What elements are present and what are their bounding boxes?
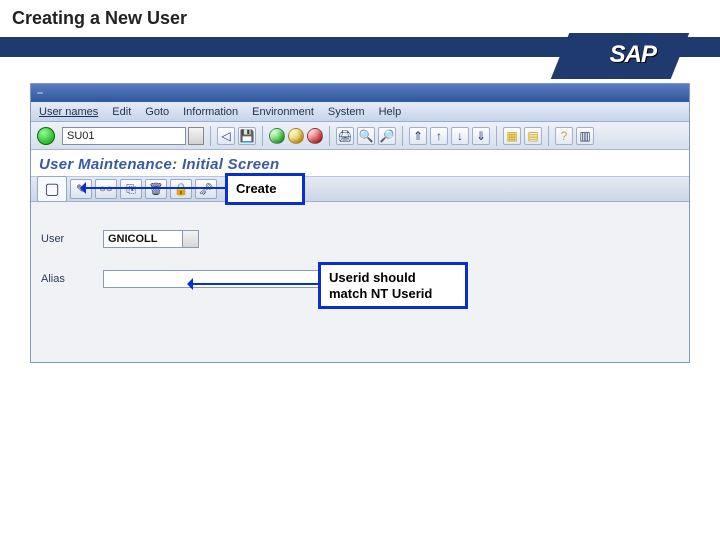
create-button[interactable]: ▢ — [37, 176, 67, 202]
user-search-help-icon[interactable] — [182, 230, 199, 248]
first-page-icon[interactable]: ⇑ — [409, 127, 427, 145]
slide-title-area: Creating a New User — [0, 0, 720, 33]
toolbar-separator — [210, 126, 211, 146]
cancel-sphere-icon[interactable] — [307, 128, 323, 144]
delete-icon[interactable]: 🗑 — [145, 179, 167, 199]
next-page-icon[interactable]: ↓ — [451, 127, 469, 145]
menu-help[interactable]: Help — [379, 106, 402, 118]
callout-userid: Userid should match NT Userid — [318, 262, 468, 309]
user-label: User — [41, 233, 103, 245]
help-icon[interactable]: ? — [555, 127, 573, 145]
tcode-dropdown-icon[interactable] — [188, 127, 204, 145]
callout-userid-arrow — [193, 283, 318, 285]
menu-information[interactable]: Information — [183, 106, 238, 118]
menu-bar: User names Edit Goto Information Environ… — [31, 102, 689, 122]
shortcut-icon[interactable]: ▤ — [524, 127, 542, 145]
user-input[interactable] — [103, 230, 183, 248]
slide-title: Creating a New User — [12, 8, 187, 28]
sap-logo: SAP — [610, 41, 656, 69]
toolbar-separator — [548, 126, 549, 146]
toolbar-separator — [496, 126, 497, 146]
print-icon[interactable]: 🖨 — [336, 127, 354, 145]
last-page-icon[interactable]: ⇓ — [472, 127, 490, 145]
menu-system[interactable]: System — [328, 106, 365, 118]
standard-toolbar: ◁ 💾 🖨 🔍 🔎 ⇑ ↑ ↓ ⇓ ▦ ▤ ? ▥ — [31, 122, 689, 150]
menu-environment[interactable]: Environment — [252, 106, 314, 118]
window-titlebar: ⎯ — [31, 84, 689, 102]
callout-create: Create — [225, 173, 305, 205]
callout-create-arrow — [86, 187, 225, 189]
toolbar-separator — [329, 126, 330, 146]
slide-header: SAP — [0, 33, 720, 75]
page-title: User Maintenance: Initial Screen — [31, 150, 689, 176]
alias-label: Alias — [41, 273, 103, 285]
display-icon[interactable]: 👓 — [95, 179, 117, 199]
password-icon[interactable]: 🗝 — [195, 179, 217, 199]
enter-icon[interactable] — [37, 127, 55, 145]
application-toolbar: ▢ ✎ 👓 ⎘ 🗑 🔒 🗝 Create F8 — [31, 176, 689, 202]
layout-icon[interactable]: ▥ — [576, 127, 594, 145]
back-sphere-icon[interactable] — [269, 128, 285, 144]
prev-page-icon[interactable]: ↑ — [430, 127, 448, 145]
copy-icon[interactable]: ⎘ — [120, 179, 142, 199]
back-icon[interactable]: ◁ — [217, 127, 235, 145]
transaction-code-input[interactable] — [62, 127, 186, 145]
toolbar-separator — [262, 126, 263, 146]
sap-window: ⎯ User names Edit Goto Information Envir… — [30, 83, 690, 363]
menu-usernames[interactable]: User names — [39, 106, 98, 118]
window-corner-icon: ⎯ — [35, 84, 45, 102]
lock-icon[interactable]: 🔒 — [170, 179, 192, 199]
toolbar-separator — [402, 126, 403, 146]
find-next-icon[interactable]: 🔎 — [378, 127, 396, 145]
user-row: User — [41, 228, 679, 250]
new-session-icon[interactable]: ▦ — [503, 127, 521, 145]
menu-goto[interactable]: Goto — [145, 106, 169, 118]
find-icon[interactable]: 🔍 — [357, 127, 375, 145]
exit-sphere-icon[interactable] — [288, 128, 304, 144]
menu-edit[interactable]: Edit — [112, 106, 131, 118]
save-icon[interactable]: 💾 — [238, 127, 256, 145]
